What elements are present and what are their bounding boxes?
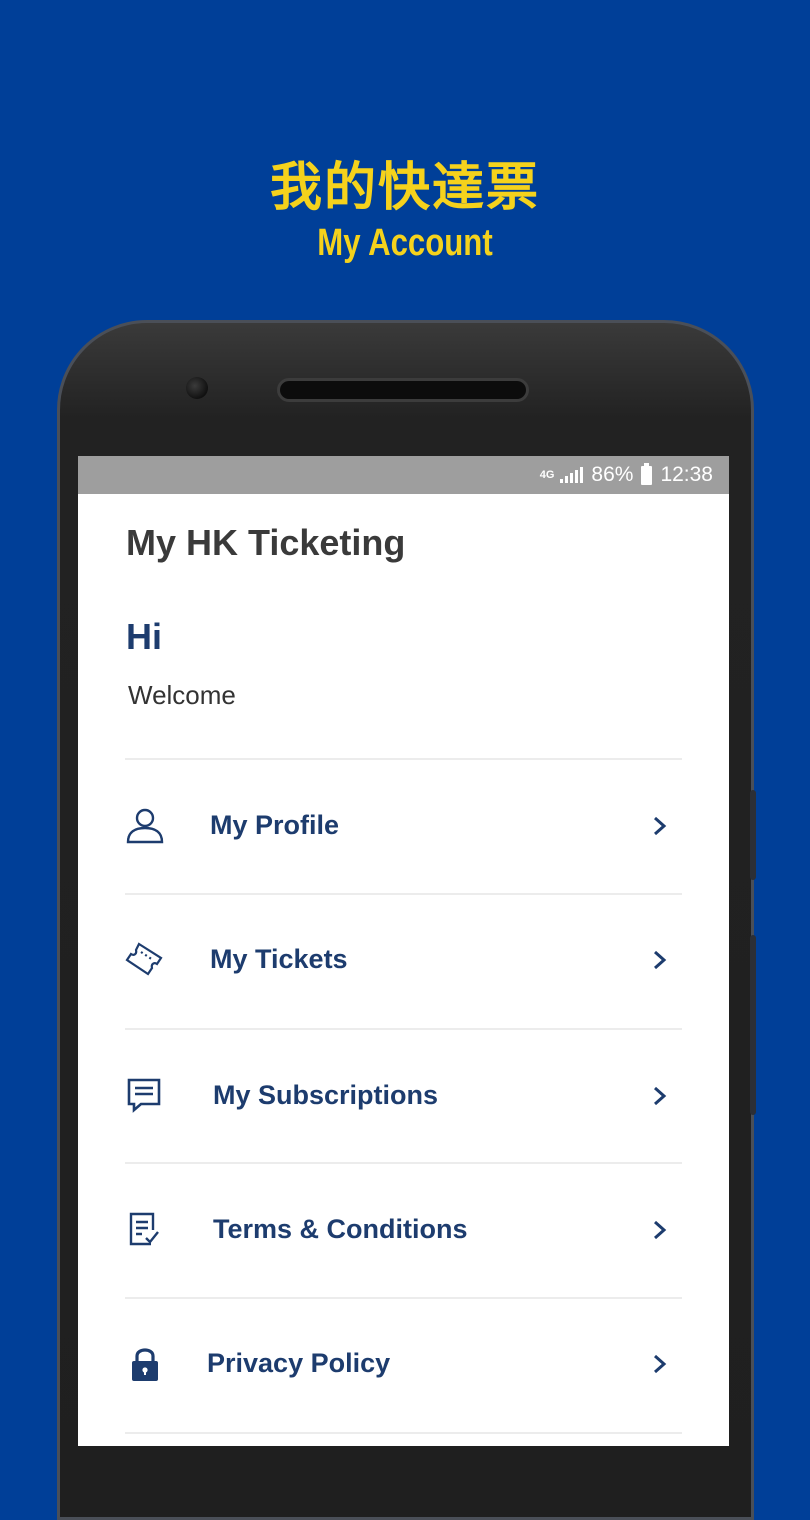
chevron-right-icon [650,1218,670,1242]
volume-button [750,790,756,880]
network-indicator: 4G [539,469,555,481]
menu-item-my-tickets[interactable]: My Tickets [125,894,682,1026]
menu-item-privacy-policy[interactable]: Privacy Policy [125,1298,682,1430]
lock-icon [125,1344,165,1384]
menu-label: My Subscriptions [213,1080,439,1110]
front-camera [186,377,208,399]
phone-screen: 4G 86% 12:38 My HK Ticketing Hi Welcome … [78,456,729,1446]
welcome-text: Welcome [128,680,236,710]
divider [125,1432,682,1434]
status-bar: 4G 86% 12:38 [78,456,729,494]
battery-percent: 86% [591,463,634,486]
menu-item-my-profile[interactable]: My Profile [125,760,682,892]
document-check-icon [125,1210,165,1250]
chevron-right-icon [650,1084,670,1108]
earpiece-speaker [277,378,529,402]
menu-label: Privacy Policy [207,1348,391,1378]
promo-title: 我的快達票 [269,158,540,218]
power-button [750,935,756,1115]
chevron-right-icon [650,1352,670,1376]
menu-label: My Profile [210,810,340,840]
user-icon [125,806,165,846]
menu-item-terms-conditions[interactable]: Terms & Conditions [125,1164,682,1296]
menu-item-my-subscriptions[interactable]: My Subscriptions [125,1030,682,1162]
battery-icon [641,462,653,485]
chevron-right-icon [650,814,670,838]
greeting: Hi [126,616,162,657]
chevron-right-icon [650,948,670,972]
page-title: My HK Ticketing [126,522,406,563]
ticket-icon [125,940,165,980]
message-icon [125,1076,165,1116]
promo-subtitle: My Account [317,222,493,264]
clock: 12:38 [660,463,713,486]
menu-label: My Tickets [210,944,348,974]
menu-label: Terms & Conditions [213,1214,468,1244]
signal-icon [560,467,584,483]
